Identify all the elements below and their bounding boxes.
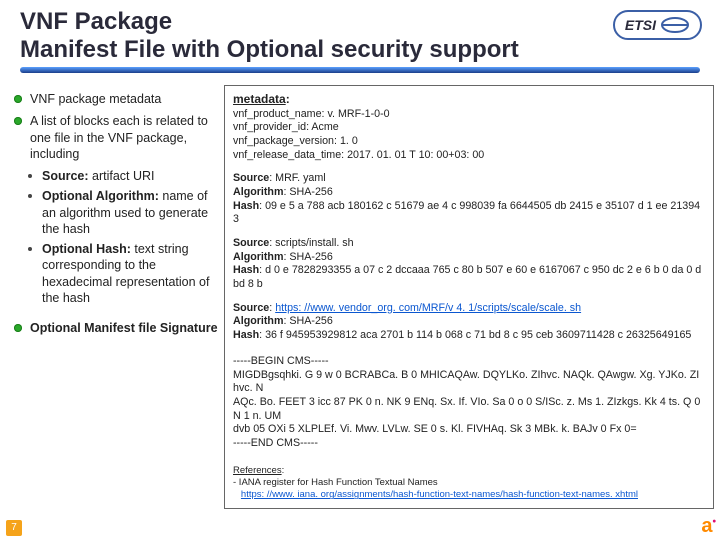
block-3: Source: https: //www. vendor_org. com/MR…: [233, 302, 705, 343]
etsi-logo: ETSI: [613, 10, 702, 40]
bullet-icon: [14, 95, 22, 103]
left-item-metadata: VNF package metadata: [30, 91, 161, 107]
dot-icon: [28, 194, 32, 198]
right-panel: metadata: vnf_product_name: v. MRF-1-0-0…: [224, 85, 714, 509]
left-sub-algorithm: Optional Algorithm: name of an algorithm…: [42, 188, 218, 237]
references: References: - IANA register for Hash Fun…: [233, 465, 705, 502]
block-1: Source: MRF. yaml Algorithm: SHA-256 Has…: [233, 172, 705, 227]
dot-icon: [28, 247, 32, 251]
a-logo: a•: [701, 515, 716, 538]
dot-icon: [28, 174, 32, 178]
meta-version: vnf_package_version: 1. 0: [233, 135, 705, 149]
title-line1: VNF Package: [20, 8, 172, 35]
left-column: VNF package metadata A list of blocks ea…: [14, 85, 218, 509]
source-link[interactable]: https: //www. vendor_org. com/MRF/v 4. 1…: [275, 302, 581, 314]
title-line2: Manifest File with Optional security sup…: [20, 36, 519, 63]
block-2: Source: scripts/install. sh Algorithm: S…: [233, 237, 705, 292]
meta-release: vnf_release_data_time: 2017. 01. 01 T 10…: [233, 149, 705, 163]
etsi-logo-text: ETSI: [625, 17, 656, 33]
left-item-blocks: A list of blocks each is related to one …: [30, 113, 218, 162]
bullet-icon: [14, 324, 22, 332]
cms-block: -----BEGIN CMS----- MIGDBgsqhki. G 9 w 0…: [233, 355, 705, 451]
left-item-signature: Optional Manifest file Signature: [30, 320, 218, 336]
metadata-heading: metadata:: [233, 92, 705, 107]
iana-link[interactable]: https: //www. iana. org/assignments/hash…: [241, 489, 638, 500]
meta-provider: vnf_provider_id: Acme: [233, 121, 705, 135]
bullet-icon: [14, 117, 22, 125]
left-sub-hash: Optional Hash: text string corresponding…: [42, 241, 218, 306]
globe-icon: [660, 16, 690, 34]
left-sub-source: Source: artifact URI: [42, 168, 155, 184]
meta-product: vnf_product_name: v. MRF-1-0-0: [233, 108, 705, 122]
header-divider: [20, 67, 700, 73]
page-number: 7: [6, 520, 22, 536]
